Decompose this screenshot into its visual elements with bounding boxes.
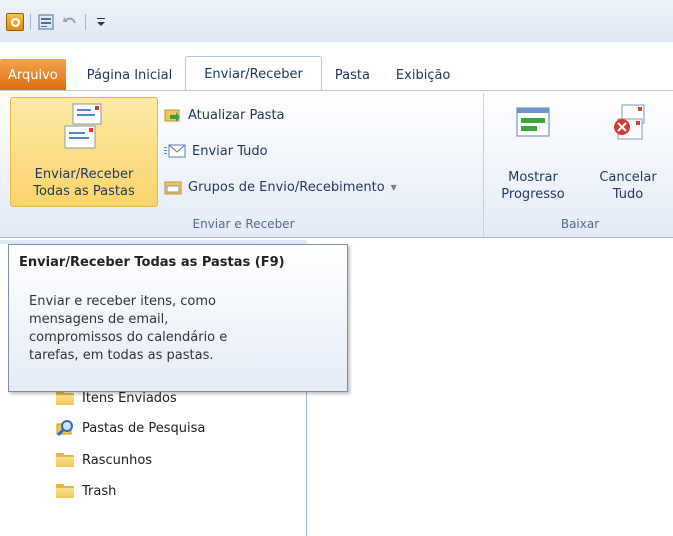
outlook-app-icon[interactable] — [6, 13, 24, 31]
folder-item-pastas-de-pesquisa[interactable]: Pastas de Pesquisa — [56, 416, 205, 440]
tooltip-title: Enviar/Receber Todas as Pastas (F9) — [19, 255, 285, 270]
toolbar-separator — [85, 14, 86, 30]
send-receive-all-icon — [64, 103, 102, 149]
folder-label: Rascunhos — [82, 452, 153, 468]
quick-access-toolbar — [6, 11, 110, 33]
chevron-down-icon: ▼ — [390, 182, 397, 192]
folder-item-trash[interactable]: Trash — [56, 479, 116, 503]
update-folder-icon — [164, 109, 180, 122]
folder-label: Itens Enviados — [82, 390, 177, 406]
customize-icon[interactable] — [92, 13, 110, 31]
search-folder-icon — [56, 420, 73, 437]
group-label: Enviar e Receber — [192, 217, 295, 231]
folder-icon — [56, 484, 74, 498]
update-folder-button[interactable]: Atualizar Pasta — [164, 103, 285, 127]
cancel-all-button[interactable]: Cancelar Tudo — [593, 101, 663, 207]
show-progress-icon — [516, 107, 550, 137]
send-receive-groups-button[interactable]: Grupos de Envio/Recebimento ▼ — [164, 175, 397, 199]
cancel-all-label: Cancelar Tudo — [599, 170, 657, 202]
send-receive-all-button[interactable]: Enviar/Receber Todas as Pastas — [10, 97, 158, 207]
send-receive-group: Enviar/Receber Todas as Pastas Atualizar… — [4, 93, 484, 236]
folder-label: Pastas de Pesquisa — [82, 420, 206, 436]
cancel-all-icon — [614, 104, 645, 140]
tab-pagina-inicial[interactable]: Página Inicial — [74, 59, 185, 91]
folder-icon — [56, 391, 74, 405]
title-bar — [0, 0, 673, 42]
send-receive-groups-label: Grupos de Envio/Recebimento — [188, 179, 385, 195]
update-folder-label: Atualizar Pasta — [188, 107, 285, 123]
send-receive-groups-icon — [164, 181, 182, 195]
tooltip: Enviar/Receber Todas as Pastas (F9) Envi… — [8, 244, 348, 392]
download-group: Mostrar Progresso Cancelar Tudo Baixar — [487, 93, 673, 236]
ribbon-tabs: Arquivo Página Inicial Enviar/Receber Pa… — [0, 52, 673, 91]
toolbar-separator — [30, 14, 31, 30]
tab-exibicao[interactable]: Exibição — [383, 59, 463, 91]
tab-arquivo[interactable]: Arquivo — [0, 59, 66, 91]
show-progress-label: Mostrar Progresso — [501, 170, 565, 202]
group-label: Baixar — [560, 217, 600, 231]
show-progress-button[interactable]: Mostrar Progresso — [495, 101, 571, 207]
ribbon: Enviar/Receber Todas as Pastas Atualizar… — [0, 90, 673, 238]
send-all-icon — [164, 144, 186, 158]
send-receive-icon[interactable] — [37, 13, 55, 31]
tab-pasta[interactable]: Pasta — [322, 59, 383, 91]
tooltip-description: Enviar e receber itens, como mensagens d… — [29, 294, 228, 363]
folder-item-rascunhos[interactable]: Rascunhos — [56, 448, 152, 472]
undo-icon[interactable] — [61, 13, 79, 31]
send-all-button[interactable]: Enviar Tudo — [164, 139, 268, 163]
send-all-label: Enviar Tudo — [192, 143, 268, 159]
folder-icon — [56, 453, 74, 467]
send-receive-all-label: Enviar/Receber Todas as Pastas — [33, 167, 135, 199]
folder-label: Trash — [82, 483, 117, 499]
tab-enviar-receber[interactable]: Enviar/Receber — [185, 56, 322, 91]
